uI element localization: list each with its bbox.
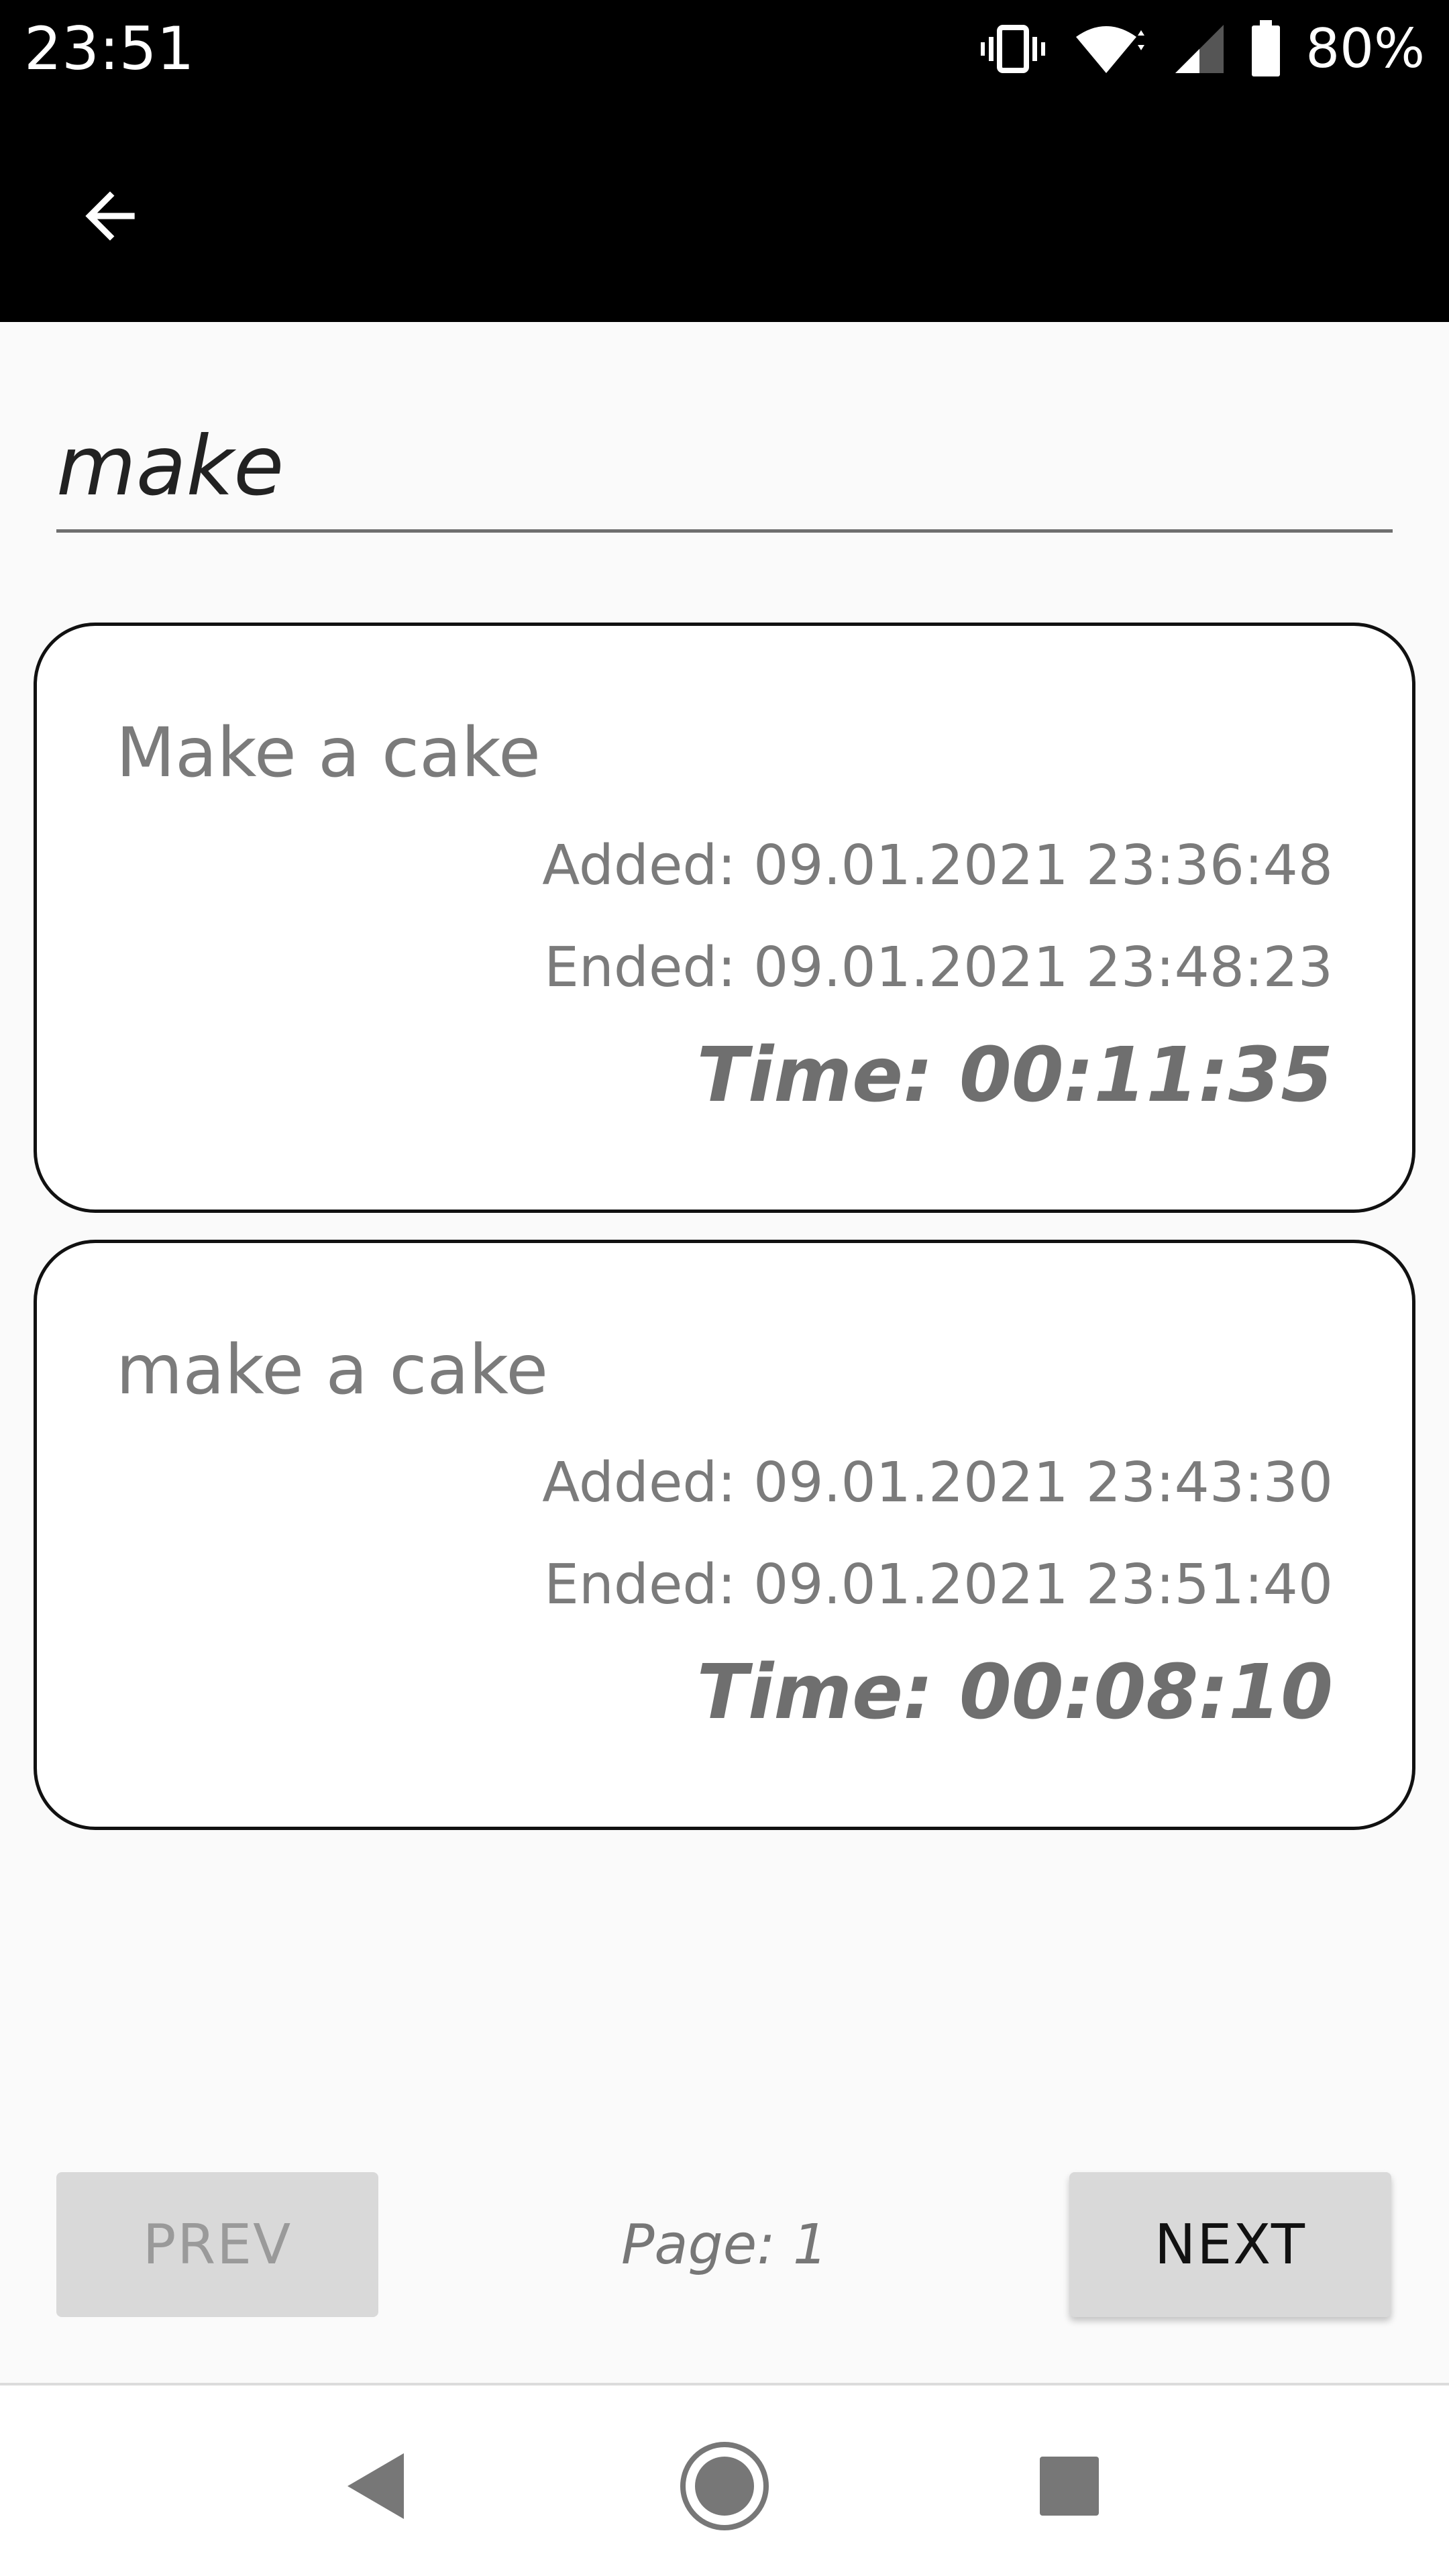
search-field <box>56 402 1393 533</box>
status-bar: 23:51 80% <box>0 0 1449 99</box>
prev-button[interactable]: PREV <box>56 2172 378 2317</box>
task-added: Added: 09.01.2021 23:43:30 <box>542 1451 1333 1515</box>
system-nav-bar <box>0 2385 1449 2576</box>
arrow-back-icon <box>85 191 135 241</box>
app-bar <box>0 99 1449 322</box>
task-added: Added: 09.01.2021 23:36:48 <box>542 834 1333 898</box>
nav-home-icon <box>680 2442 769 2530</box>
search-input[interactable] <box>56 416 1393 517</box>
task-duration: Time: 00:11:35 <box>696 1032 1333 1119</box>
nav-recents-button[interactable] <box>1016 2432 1123 2540</box>
task-ended: Ended: 09.01.2021 23:51:40 <box>544 1553 1333 1617</box>
nav-back-button[interactable] <box>322 2432 429 2540</box>
task-title: make a cake <box>116 1330 549 1410</box>
vibrate-icon <box>979 22 1046 76</box>
wifi-icon <box>1069 22 1150 76</box>
task-duration: Time: 00:08:10 <box>696 1649 1333 1736</box>
battery-percent: 80% <box>1305 17 1425 80</box>
nav-recents-icon <box>1040 2457 1099 2516</box>
battery-icon <box>1249 20 1283 78</box>
status-time: 23:51 <box>24 14 195 83</box>
task-ended: Ended: 09.01.2021 23:48:23 <box>544 936 1333 1000</box>
nav-home-button[interactable] <box>671 2432 778 2540</box>
signal-icon <box>1173 22 1226 76</box>
status-icons: 80% <box>979 12 1425 86</box>
nav-back-icon <box>347 2453 404 2519</box>
next-button[interactable]: NEXT <box>1069 2172 1391 2317</box>
task-title: Make a cake <box>116 713 541 793</box>
back-button[interactable] <box>54 160 166 272</box>
task-card[interactable]: Make a cake Added: 09.01.2021 23:36:48 E… <box>34 623 1415 1213</box>
task-card[interactable]: make a cake Added: 09.01.2021 23:43:30 E… <box>34 1240 1415 1830</box>
page-indicator: Page: 1 <box>621 2212 828 2277</box>
